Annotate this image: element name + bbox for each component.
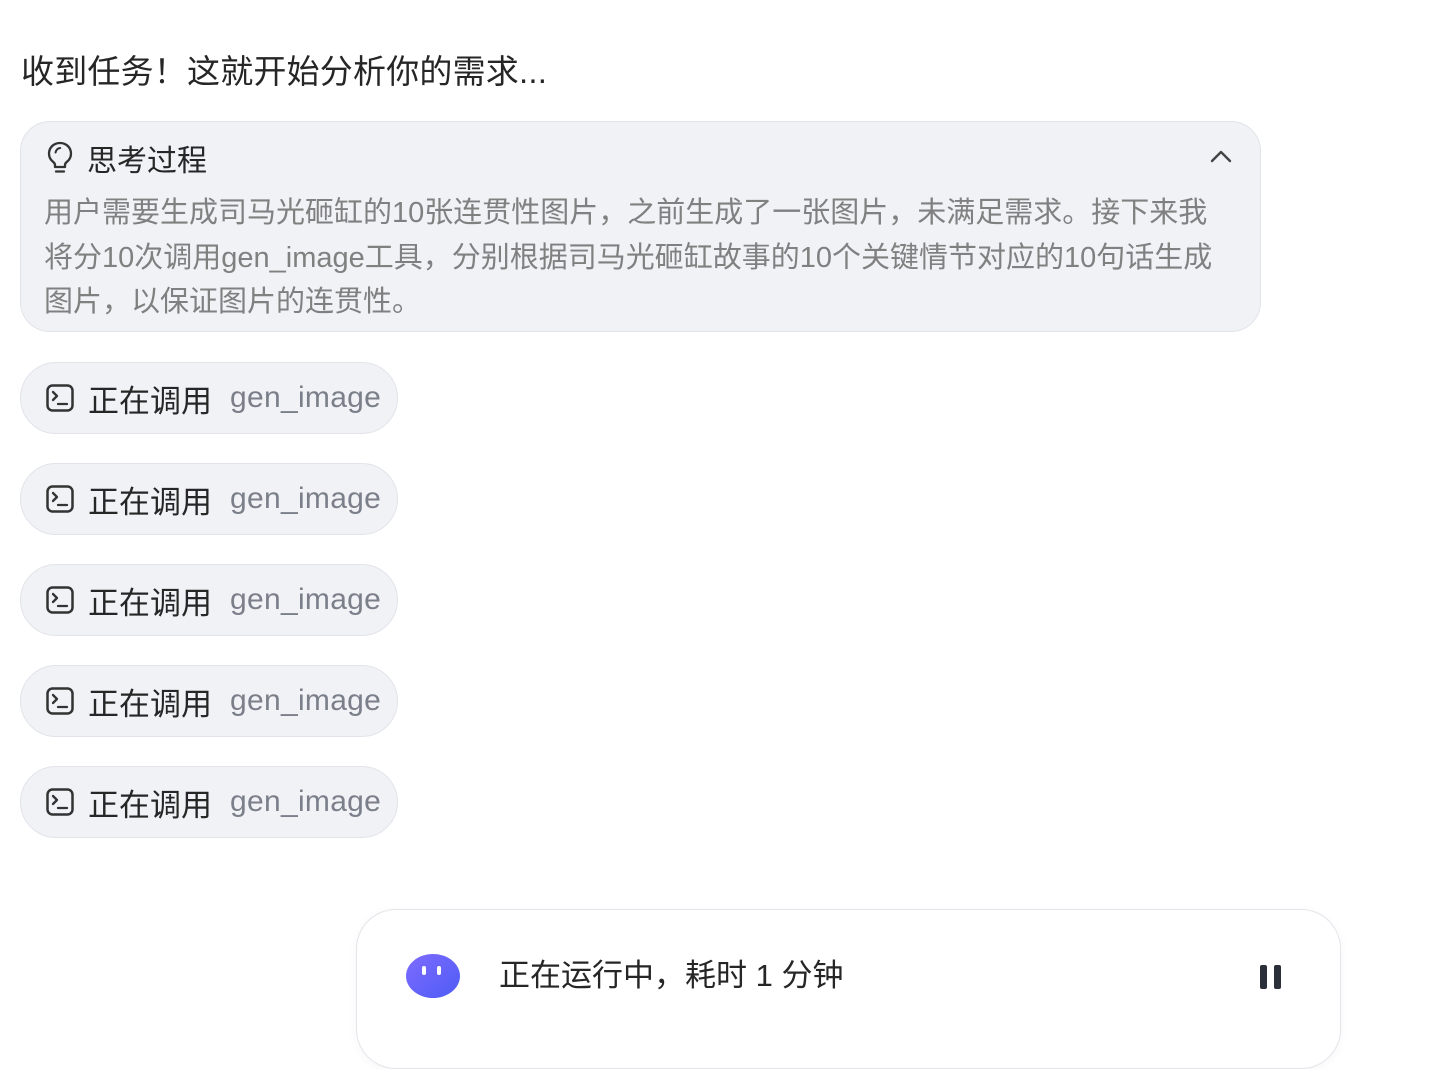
thinking-panel: 思考过程 用户需要生成司马光砸缸的10张连贯性图片，之前生成了一张图片，未满足需… — [20, 121, 1261, 332]
tool-call-item[interactable]: 正在调用 gen_image — [20, 766, 398, 838]
agent-avatar-icon — [406, 954, 460, 998]
thinking-content: 用户需要生成司马光砸缸的10张连贯性图片，之前生成了一张图片，未满足需求。接下来… — [44, 197, 1213, 318]
tool-call-item[interactable]: 正在调用 gen_image — [20, 564, 398, 636]
tool-call-list: 正在调用 gen_image 正在调用 gen_image 正在调用 gen_i… — [20, 362, 398, 867]
tool-call-name: gen_image — [230, 381, 382, 414]
tool-call-name: gen_image — [230, 785, 382, 818]
thinking-title: 思考过程 — [87, 145, 207, 178]
terminal-icon — [46, 788, 74, 816]
chevron-up-icon[interactable] — [1208, 146, 1234, 168]
tool-call-name: gen_image — [230, 583, 382, 616]
lightbulb-icon — [47, 141, 73, 173]
tool-call-action: 正在调用 — [88, 686, 212, 722]
tool-call-name: gen_image — [230, 684, 382, 717]
tool-call-action: 正在调用 — [88, 484, 212, 520]
terminal-icon — [46, 485, 74, 513]
tool-call-action: 正在调用 — [88, 787, 212, 823]
terminal-icon — [46, 384, 74, 412]
tool-call-item[interactable]: 正在调用 gen_image — [20, 665, 398, 737]
terminal-icon — [46, 586, 74, 614]
terminal-icon — [46, 687, 74, 715]
run-status-text: 正在运行中，耗时 1 分钟 — [499, 958, 844, 993]
tool-call-action: 正在调用 — [88, 383, 212, 419]
thinking-header[interactable]: 思考过程 — [45, 138, 207, 178]
intro-message: 收到任务！这就开始分析你的需求... — [21, 53, 548, 90]
run-status-bar: 正在运行中，耗时 1 分钟 — [356, 909, 1341, 1069]
pause-icon[interactable] — [1256, 962, 1286, 992]
tool-call-name: gen_image — [230, 482, 382, 515]
tool-call-action: 正在调用 — [88, 585, 212, 621]
tool-call-item[interactable]: 正在调用 gen_image — [20, 463, 398, 535]
tool-call-item[interactable]: 正在调用 gen_image — [20, 362, 398, 434]
